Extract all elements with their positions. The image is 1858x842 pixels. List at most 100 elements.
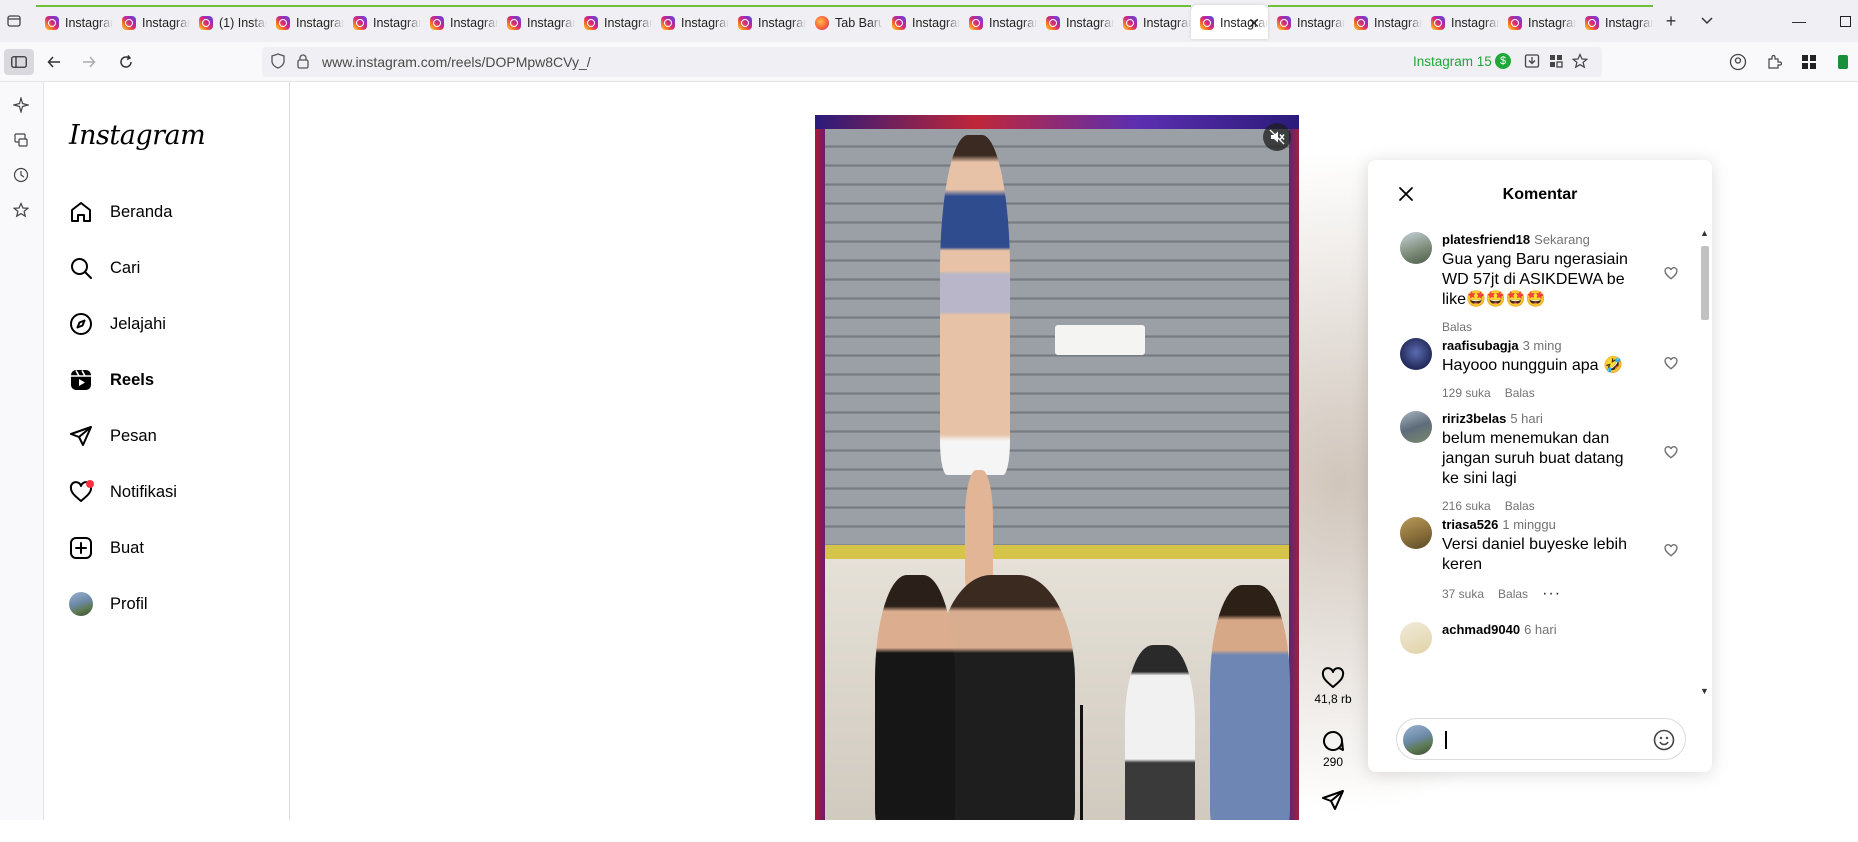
browser-tab[interactable]: Instagram✕ bbox=[1191, 5, 1268, 39]
lock-icon[interactable] bbox=[296, 53, 310, 74]
browser-tab[interactable]: Instagram bbox=[1422, 5, 1499, 39]
apps-menu-icon[interactable] bbox=[1795, 49, 1823, 75]
comment-action[interactable]: 290 bbox=[1313, 727, 1353, 769]
new-tab-button[interactable]: + bbox=[1653, 4, 1689, 38]
nav-item-buat[interactable]: Buat bbox=[68, 526, 278, 570]
scroll-down-icon[interactable]: ▼ bbox=[1700, 686, 1709, 696]
download-page-icon[interactable] bbox=[1524, 53, 1540, 74]
comment-like-count[interactable]: 37 suka bbox=[1442, 587, 1484, 601]
comment-like-count[interactable]: 129 suka bbox=[1442, 386, 1491, 400]
minimize-button[interactable]: — bbox=[1776, 0, 1822, 42]
browser-tab[interactable]: Instagram bbox=[1499, 5, 1576, 39]
firefox-icon bbox=[815, 16, 829, 30]
synced-tabs-icon[interactable] bbox=[11, 130, 31, 150]
nav-item-beranda[interactable]: Beranda bbox=[68, 190, 278, 234]
comment-input-box[interactable] bbox=[1396, 718, 1686, 760]
bookmark-star-icon[interactable] bbox=[1571, 53, 1589, 74]
video-person-arm bbox=[965, 470, 993, 590]
browser-tab[interactable]: Instagram bbox=[498, 5, 575, 39]
heart-icon[interactable] bbox=[1313, 664, 1353, 692]
browser-tab[interactable]: Instagram bbox=[1345, 5, 1422, 39]
reply-button[interactable]: Balas bbox=[1505, 499, 1535, 513]
forward-button[interactable] bbox=[75, 49, 103, 75]
instagram-logo[interactable]: Instagram bbox=[69, 120, 206, 151]
emoji-icon[interactable] bbox=[1652, 728, 1676, 752]
browser-tab[interactable]: Tab Baru bbox=[806, 5, 883, 39]
comments-scrollbar[interactable]: ▲ ▼ bbox=[1698, 228, 1712, 700]
tab-list-dropdown-icon[interactable] bbox=[1689, 4, 1725, 38]
history-clock-icon[interactable] bbox=[11, 165, 31, 185]
browser-tab[interactable]: Instagram bbox=[267, 5, 344, 39]
nav-item-pesan[interactable]: Pesan bbox=[68, 414, 278, 458]
avatar[interactable] bbox=[1400, 338, 1432, 370]
url-text[interactable]: www.instagram.com/reels/DOPMpw8CVy_/ bbox=[322, 54, 591, 70]
account-icon[interactable] bbox=[1724, 49, 1752, 75]
extensions-icon[interactable] bbox=[1760, 49, 1788, 75]
tab-title: Instagram bbox=[1374, 16, 1422, 30]
comment-username[interactable]: ririz3belas bbox=[1442, 411, 1506, 426]
nav-item-reels[interactable]: Reels bbox=[68, 358, 278, 402]
profile-extension-icon[interactable] bbox=[1830, 49, 1854, 75]
address-bar[interactable]: www.instagram.com/reels/DOPMpw8CVy_/ Ins… bbox=[262, 47, 1602, 77]
reel-video[interactable] bbox=[815, 115, 1299, 820]
browser-tab[interactable]: Instagram bbox=[1114, 5, 1191, 39]
sidebar-toggle-button[interactable] bbox=[4, 49, 34, 75]
comment-like-count[interactable]: 216 suka bbox=[1442, 499, 1491, 513]
browser-tab[interactable]: Instagram bbox=[883, 5, 960, 39]
reply-button[interactable]: Balas bbox=[1505, 386, 1535, 400]
ai-sparkle-icon[interactable] bbox=[11, 95, 31, 115]
instagram-icon bbox=[430, 16, 444, 30]
comment-input[interactable] bbox=[1441, 727, 1641, 753]
comment-username[interactable]: platesfriend18 bbox=[1442, 232, 1530, 247]
comment-username[interactable]: achmad9040 bbox=[1442, 622, 1520, 637]
nav-item-profil[interactable]: Profil bbox=[68, 582, 278, 626]
back-button[interactable] bbox=[40, 49, 68, 75]
reply-button[interactable]: Balas bbox=[1498, 587, 1528, 601]
share-action[interactable] bbox=[1313, 786, 1353, 814]
comment-username[interactable]: triasa526 bbox=[1442, 517, 1498, 532]
comment-username[interactable]: raafisubagja bbox=[1442, 338, 1519, 353]
browser-tab[interactable]: Instagram bbox=[575, 5, 652, 39]
reply-button[interactable]: Balas bbox=[1442, 320, 1472, 334]
comment-like-heart-icon[interactable] bbox=[1662, 541, 1680, 559]
browser-tab[interactable]: Instagram bbox=[1037, 5, 1114, 39]
browser-tab[interactable]: (1) Instagram bbox=[190, 5, 267, 39]
maximize-button[interactable] bbox=[1822, 0, 1858, 42]
browser-tab[interactable]: Instagram bbox=[729, 5, 806, 39]
comment-bubble-icon[interactable] bbox=[1313, 727, 1353, 755]
video-person-flyer bbox=[940, 135, 1010, 475]
extension-label[interactable]: Instagram 15 bbox=[1413, 54, 1492, 69]
comment-like-heart-icon[interactable] bbox=[1662, 354, 1680, 372]
tab-overview-icon[interactable] bbox=[0, 0, 28, 42]
nav-item-notifikasi[interactable]: Notifikasi bbox=[68, 470, 278, 514]
browser-tab[interactable]: Instagram bbox=[421, 5, 498, 39]
browser-tab[interactable]: Instagram bbox=[113, 5, 190, 39]
nav-item-cari[interactable]: Cari bbox=[68, 246, 278, 290]
browser-tab[interactable]: Instagram bbox=[344, 5, 421, 39]
reload-button[interactable] bbox=[112, 49, 140, 75]
bookmarks-star-icon[interactable] bbox=[11, 200, 31, 220]
avatar[interactable] bbox=[1400, 232, 1432, 264]
mute-button[interactable] bbox=[1263, 123, 1291, 151]
instagram-icon bbox=[1200, 16, 1214, 30]
comment-like-heart-icon[interactable] bbox=[1662, 264, 1680, 282]
browser-tab[interactable]: Instagram bbox=[36, 5, 113, 39]
instagram-icon bbox=[1354, 16, 1368, 30]
more-options-icon[interactable]: ··· bbox=[1542, 585, 1561, 603]
scrollbar-thumb[interactable] bbox=[1701, 246, 1709, 320]
send-icon[interactable] bbox=[1313, 786, 1353, 814]
grid-apps-icon[interactable] bbox=[1548, 53, 1564, 74]
browser-tab[interactable]: Instagram bbox=[1576, 5, 1653, 39]
like-action[interactable]: 41,8 rb bbox=[1313, 664, 1353, 706]
avatar[interactable] bbox=[1400, 411, 1432, 443]
shield-icon[interactable] bbox=[270, 53, 286, 74]
avatar[interactable] bbox=[1400, 517, 1432, 549]
scroll-up-icon[interactable]: ▲ bbox=[1700, 228, 1709, 238]
avatar[interactable] bbox=[1400, 622, 1432, 654]
browser-tab[interactable]: Instagram bbox=[1268, 5, 1345, 39]
nav-item-jelajahi[interactable]: Jelajahi bbox=[68, 302, 278, 346]
browser-tab[interactable]: Instagram bbox=[652, 5, 729, 39]
comment-like-heart-icon[interactable] bbox=[1662, 443, 1680, 461]
browser-tab[interactable]: Instagram bbox=[960, 5, 1037, 39]
close-tab-icon[interactable]: ✕ bbox=[1248, 15, 1260, 32]
